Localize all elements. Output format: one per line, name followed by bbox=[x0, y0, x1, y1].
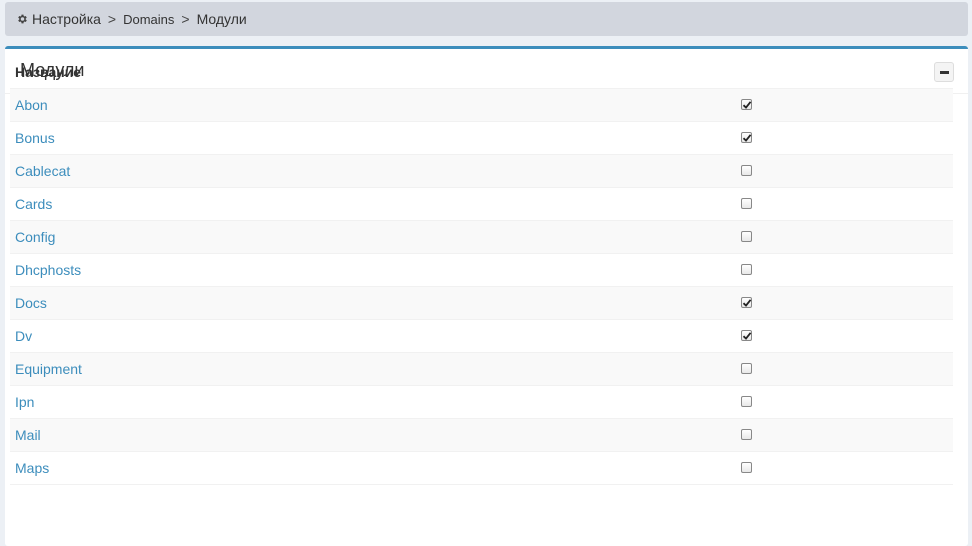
module-checkbox[interactable] bbox=[741, 264, 752, 275]
table-row: Abon bbox=[10, 89, 953, 122]
module-link[interactable]: Equipment bbox=[15, 361, 82, 377]
table-header: Название bbox=[10, 61, 953, 89]
module-checkbox[interactable] bbox=[741, 363, 752, 374]
module-link[interactable]: Bonus bbox=[15, 130, 55, 146]
checkmark-icon bbox=[742, 332, 752, 340]
module-checkbox[interactable] bbox=[741, 132, 752, 143]
module-checkbox[interactable] bbox=[741, 99, 752, 110]
table-row: Bonus bbox=[10, 122, 953, 155]
module-checkbox[interactable] bbox=[741, 462, 752, 473]
breadcrumb-separator: > bbox=[181, 11, 190, 27]
module-link[interactable]: Cablecat bbox=[15, 163, 70, 179]
module-checkbox[interactable] bbox=[741, 297, 752, 308]
column-header-name: Название bbox=[15, 64, 82, 80]
gear-icon bbox=[18, 14, 27, 24]
checkmark-icon bbox=[742, 134, 752, 142]
module-checkbox[interactable] bbox=[741, 330, 752, 341]
table-row: Dhcphosts bbox=[10, 254, 953, 287]
module-link[interactable]: Ipn bbox=[15, 394, 34, 410]
module-link[interactable]: Abon bbox=[15, 97, 48, 113]
table-row: Config bbox=[10, 221, 953, 254]
module-link[interactable]: Mail bbox=[15, 427, 41, 443]
table-row: Ipn bbox=[10, 386, 953, 419]
module-checkbox[interactable] bbox=[741, 231, 752, 242]
breadcrumb-item-domains[interactable]: Domains bbox=[123, 12, 174, 27]
breadcrumb-item-settings[interactable]: Настройка bbox=[32, 11, 101, 27]
module-checkbox[interactable] bbox=[741, 396, 752, 407]
module-link[interactable]: Config bbox=[15, 229, 55, 245]
checkmark-icon bbox=[742, 299, 752, 307]
table-row: Maps bbox=[10, 452, 953, 485]
table-row: Cards bbox=[10, 188, 953, 221]
table-row: Dv bbox=[10, 320, 953, 353]
table-row: Equipment bbox=[10, 353, 953, 386]
module-link[interactable]: Dv bbox=[15, 328, 32, 344]
breadcrumb-item-modules: Модули bbox=[196, 11, 247, 27]
checkmark-icon bbox=[742, 101, 752, 109]
table-row: Docs bbox=[10, 287, 953, 320]
module-link[interactable]: Cards bbox=[15, 196, 52, 212]
module-link[interactable]: Dhcphosts bbox=[15, 262, 81, 278]
breadcrumb-separator: > bbox=[107, 11, 117, 27]
breadcrumb: Настройка > Domains > Модули bbox=[5, 2, 968, 36]
module-checkbox[interactable] bbox=[741, 198, 752, 209]
table-row: Cablecat bbox=[10, 155, 953, 188]
module-checkbox[interactable] bbox=[741, 165, 752, 176]
module-checkbox[interactable] bbox=[741, 429, 752, 440]
table-row: Mail bbox=[10, 419, 953, 452]
modules-table: Название Abon Bonus Cablecat Cards Config Dhc… bbox=[10, 61, 953, 485]
module-link[interactable]: Docs bbox=[15, 295, 47, 311]
module-link[interactable]: Maps bbox=[15, 460, 49, 476]
